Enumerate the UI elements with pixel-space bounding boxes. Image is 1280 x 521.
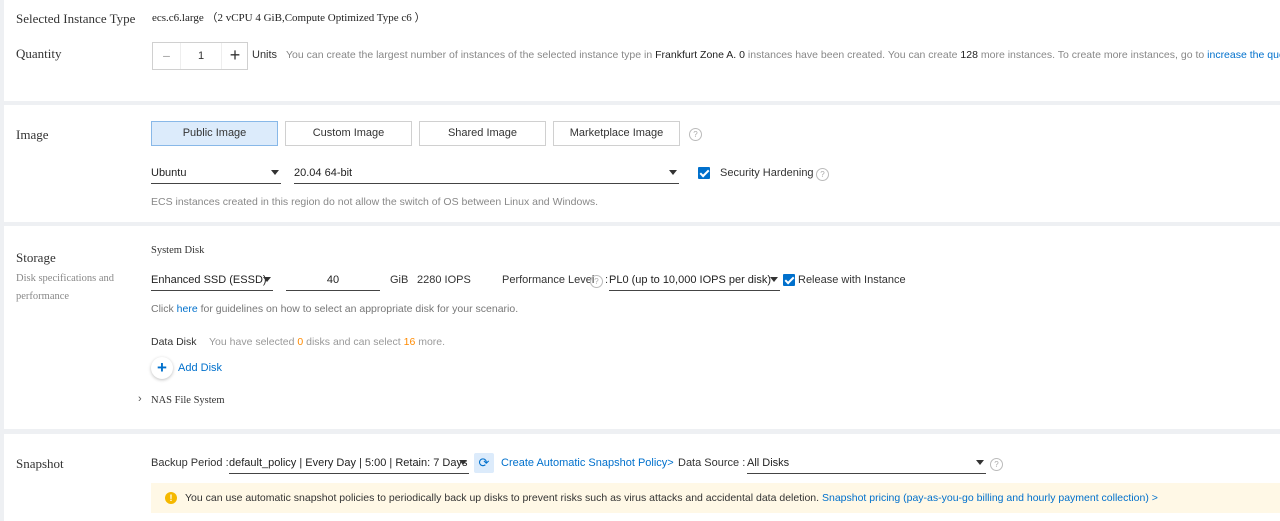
image-section: Image Public Image Custom Image Shared I…	[4, 105, 1280, 222]
quantity-note-prefix: You can create the largest number of ins…	[286, 49, 653, 61]
performance-level-colon: :	[605, 274, 609, 286]
quantity-label: Quantity	[16, 46, 62, 61]
storage-desc-line1: Disk specifications and	[16, 273, 114, 284]
create-snapshot-policy-link[interactable]: Create Automatic Snapshot Policy>	[501, 457, 674, 469]
quantity-stepper[interactable]: − 1 +	[152, 42, 248, 70]
chevron-down-icon	[459, 460, 467, 465]
performance-level-value: PL0 (up to 10,000 IOPS per disk)	[609, 274, 772, 286]
image-label: Image	[16, 127, 49, 142]
add-disk-label: Add Disk	[178, 362, 223, 374]
performance-level-select[interactable]: PL0 (up to 10,000 IOPS per disk)	[609, 269, 780, 291]
release-with-instance-label: Release with Instance	[798, 274, 906, 286]
data-source-select[interactable]: All Disks	[747, 452, 986, 474]
disk-guide-prefix: Click	[151, 303, 174, 315]
snapshot-notice-text: You can use automatic snapshot policies …	[185, 492, 1158, 504]
more-count: 128	[960, 49, 978, 61]
version-select-value: 20.04 64-bit	[294, 167, 353, 179]
decrement-button[interactable]: −	[153, 43, 181, 69]
increment-button[interactable]: +	[221, 43, 248, 69]
system-disk-label: System Disk	[151, 245, 205, 256]
quantity-note: You can create the largest number of ins…	[286, 49, 1280, 61]
quantity-note-suffix: more instances. To create more instances…	[980, 49, 1205, 61]
quantity-units: Units	[252, 49, 278, 61]
security-hardening-label: Security Hardening	[720, 167, 814, 179]
data-disk-label: Data Disk	[151, 336, 197, 348]
instance-section: Selected Instance Type ecs.c6.large （2 v…	[4, 0, 1280, 101]
disk-size-unit: GiB	[390, 274, 409, 286]
snapshot-notice-message: You can use automatic snapshot policies …	[185, 492, 820, 504]
chevron-right-icon[interactable]: ›	[138, 393, 142, 405]
storage-desc-line2: performance	[16, 291, 70, 302]
zone-name: Frankfurt Zone A.	[655, 49, 737, 61]
backup-period-value: default_policy | Every Day | 5:00 | Reta…	[229, 457, 468, 469]
chevron-down-icon	[770, 277, 778, 282]
data-source-value: All Disks	[747, 457, 790, 469]
data-source-label: Data Source :	[678, 457, 746, 469]
data-disk-prefix: You have selected	[209, 336, 295, 348]
data-disk-note: You have selected 0 disks and can select…	[209, 336, 445, 348]
hardening-help-icon[interactable]: ?	[816, 168, 829, 181]
disk-type-select[interactable]: Enhanced SSD (ESSD)	[151, 269, 273, 291]
warning-icon: !	[165, 492, 177, 504]
chevron-down-icon	[669, 170, 677, 175]
refresh-icon[interactable]: ⟳	[474, 453, 494, 473]
disk-guide-suffix: for guidelines on how to select an appro…	[200, 303, 519, 315]
tab-shared-image[interactable]: Shared Image	[419, 121, 546, 146]
data-disk-mid: disks and can select	[306, 336, 401, 348]
data-disk-suffix: more.	[418, 336, 446, 348]
data-source-help-icon[interactable]: ?	[990, 458, 1003, 471]
backup-period-label: Backup Period :	[151, 457, 229, 469]
os-select[interactable]: Ubuntu	[151, 162, 281, 184]
created-count: 0	[739, 49, 745, 61]
chevron-down-icon	[263, 277, 271, 282]
instance-type-label: Selected Instance Type	[16, 11, 136, 26]
snapshot-notice-banner: ! You can use automatic snapshot policie…	[151, 483, 1280, 513]
disk-iops: 2280 IOPS	[417, 274, 471, 286]
backup-period-select[interactable]: default_policy | Every Day | 5:00 | Reta…	[229, 452, 469, 474]
release-with-instance-checkbox[interactable]	[783, 274, 795, 286]
image-help-icon[interactable]: ?	[689, 128, 702, 141]
tab-custom-image[interactable]: Custom Image	[285, 121, 412, 146]
storage-section: Storage Disk specifications and performa…	[4, 226, 1280, 429]
snapshot-pricing-link[interactable]: Snapshot pricing (pay-as-you-go billing …	[822, 492, 1158, 504]
performance-help-icon[interactable]: ?	[590, 275, 603, 288]
snapshot-section: Snapshot Backup Period : default_policy …	[4, 434, 1280, 521]
performance-level-label: Performance Level	[502, 274, 595, 286]
tab-marketplace-image[interactable]: Marketplace Image	[553, 121, 680, 146]
storage-label: Storage	[16, 250, 56, 265]
remaining-disk-count: 16	[403, 336, 416, 348]
increase-quota-link[interactable]: increase the quota>	[1207, 49, 1280, 61]
security-hardening-checkbox[interactable]	[698, 167, 710, 179]
disk-size-value: 40	[326, 274, 340, 286]
disk-size-input[interactable]: 40	[286, 269, 380, 291]
selected-disk-count: 0	[297, 336, 304, 348]
os-switch-note: ECS instances created in this region do …	[151, 196, 599, 208]
disk-guide-note: Click here for guidelines on how to sele…	[151, 303, 518, 315]
nas-file-system-toggle[interactable]: NAS File System	[151, 395, 225, 406]
chevron-down-icon	[271, 170, 279, 175]
tab-public-image[interactable]: Public Image	[151, 121, 278, 146]
os-select-value: Ubuntu	[151, 167, 187, 179]
quantity-input[interactable]: 1	[181, 43, 221, 69]
instance-type-value: ecs.c6.large （2 vCPU 4 GiB,Compute Optim…	[152, 12, 426, 24]
snapshot-label: Snapshot	[16, 456, 64, 471]
version-select[interactable]: 20.04 64-bit	[294, 162, 679, 184]
quantity-note-mid: instances have been created. You can cre…	[747, 49, 958, 61]
plus-icon: +	[151, 357, 173, 379]
chevron-down-icon	[976, 460, 984, 465]
disk-type-value: Enhanced SSD (ESSD)	[151, 274, 267, 286]
disk-guide-link[interactable]: here	[177, 303, 198, 315]
